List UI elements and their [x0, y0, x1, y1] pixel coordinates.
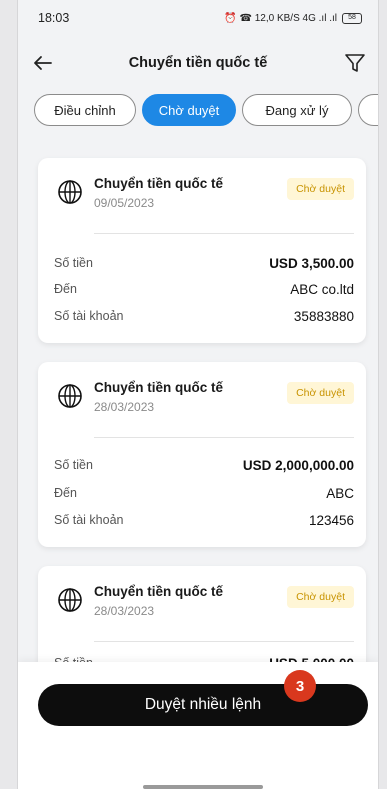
status-indicators: ⏰ ☎ 12,0 KB/S 4G .ıl .ıl — [224, 12, 337, 24]
battery-icon: 58 — [342, 12, 362, 24]
amount-value: USD 2,000,000.00 — [242, 458, 354, 473]
recipient-value: ABC co.ltd — [290, 282, 354, 297]
home-indicator[interactable] — [143, 785, 263, 789]
amount-value: USD 3,500.00 — [269, 256, 354, 271]
recipient-value: ABC — [326, 486, 354, 501]
status-badge: Chờ duyệt — [287, 382, 354, 404]
status-bar: 18:03 ⏰ ☎ 12,0 KB/S 4G .ıl .ıl 58 — [18, 0, 378, 36]
tab-dang-xu-ly[interactable]: Đang xử lý — [242, 94, 352, 126]
tab-dieu-chinh[interactable]: Điều chỉnh — [34, 94, 136, 126]
tab-cho-duyet[interactable]: Chờ duyệt — [142, 94, 236, 126]
card-title: Chuyển tiền quốc tế — [94, 380, 224, 395]
card-date: 28/03/2023 — [94, 400, 155, 414]
amount-row: Số tiền USD 3,500.00 — [54, 256, 354, 271]
globe-icon — [58, 384, 82, 408]
tab-next[interactable] — [358, 94, 378, 126]
status-icons: ⏰ ☎ 12,0 KB/S 4G .ıl .ıl 58 — [224, 12, 362, 24]
account-row: Số tài khoản 35883880 — [54, 309, 354, 324]
approve-multiple-button[interactable]: Duyệt nhiều lệnh — [38, 684, 368, 726]
card-date: 28/03/2023 — [94, 604, 155, 618]
status-time: 18:03 — [38, 11, 70, 25]
amount-label: Số tiền — [54, 256, 93, 270]
globe-icon — [58, 180, 82, 204]
account-value: 35883880 — [293, 309, 354, 324]
recipient-label: Đến — [54, 486, 77, 500]
account-label: Số tài khoản — [54, 309, 124, 323]
account-label: Số tài khoản — [54, 513, 124, 527]
account-row: Số tài khoản 123456 — [54, 513, 354, 528]
filter-icon[interactable] — [342, 50, 368, 76]
status-tabs: Điều chỉnh Chờ duyệt Đang xử lý — [18, 94, 378, 132]
recipient-row: Đến ABC — [54, 486, 354, 501]
status-badge: Chờ duyệt — [287, 178, 354, 200]
card-divider — [94, 641, 354, 642]
card-divider — [94, 233, 354, 234]
transfer-card[interactable]: Chuyển tiền quốc tế 09/05/2023 Chờ duyệt… — [38, 158, 366, 343]
transfer-card[interactable]: Chuyển tiền quốc tế 28/03/2023 Chờ duyệt… — [38, 362, 366, 547]
recipient-label: Đến — [54, 282, 77, 296]
step-marker: 3 — [284, 670, 316, 702]
phone-screen: 18:03 ⏰ ☎ 12,0 KB/S 4G .ıl .ıl 58 Chuyển… — [17, 0, 379, 789]
amount-label: Số tiền — [54, 458, 93, 472]
recipient-row: Đến ABC co.ltd — [54, 282, 354, 297]
page-title: Chuyển tiền quốc tế — [128, 55, 268, 71]
card-divider — [94, 437, 354, 438]
bottom-action-bar: Duyệt nhiều lệnh 3 — [18, 662, 378, 789]
account-value: 123456 — [308, 513, 354, 528]
card-date: 09/05/2023 — [94, 196, 155, 210]
back-arrow-icon[interactable] — [30, 50, 56, 76]
status-badge: Chờ duyệt — [287, 586, 354, 608]
app-header: Chuyển tiền quốc tế — [18, 44, 378, 82]
globe-icon — [58, 588, 82, 612]
amount-row: Số tiền USD 2,000,000.00 — [54, 458, 354, 473]
card-title: Chuyển tiền quốc tế — [94, 584, 224, 599]
card-title: Chuyển tiền quốc tế — [94, 176, 224, 191]
